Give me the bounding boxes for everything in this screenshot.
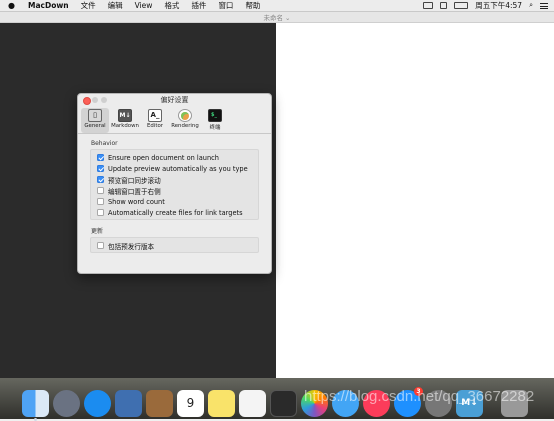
preview-pane — [276, 23, 554, 378]
tab-editor-label: Editor — [147, 123, 163, 129]
tab-terminal-label: 终端 — [209, 125, 221, 131]
menu-plugins[interactable]: 插件 — [191, 0, 206, 11]
menu-app-name[interactable]: MacDown — [28, 0, 69, 11]
zoom-button[interactable] — [101, 97, 107, 103]
menu-bar: ● MacDown 文件 编辑 View 格式 插件 窗口 帮助 周五下午4:5… — [0, 0, 554, 12]
sync-scroll-checkbox[interactable] — [97, 176, 104, 183]
option-row[interactable]: 包括预发行版本 — [97, 240, 258, 251]
terminal-icon: $_ — [208, 109, 222, 122]
status-area: 周五下午4:57 ⌕ — [423, 0, 548, 11]
menu-format[interactable]: 格式 — [164, 0, 179, 11]
close-button[interactable] — [83, 97, 91, 105]
minimize-button[interactable] — [92, 97, 98, 103]
option-label: Show word count — [108, 197, 165, 206]
behavior-section-label: Behavior — [91, 140, 118, 147]
notification-center-icon[interactable] — [540, 2, 548, 9]
battery-icon[interactable] — [454, 2, 469, 9]
menu-edit[interactable]: 编辑 — [108, 0, 123, 11]
markdown-icon: M↓ — [118, 109, 132, 122]
tab-general[interactable]: ▯ General — [81, 108, 109, 133]
tab-editor[interactable]: A_ Editor — [141, 108, 169, 133]
menu-file[interactable]: 文件 — [81, 0, 96, 11]
preferences-title-bar: 偏好设置 — [78, 94, 271, 105]
watermark: https://blog.csdn.net/qq_36672282 — [304, 388, 535, 405]
tab-rendering[interactable]: Rendering — [171, 108, 199, 133]
option-label: Update preview automatically as you type — [108, 164, 248, 173]
launchpad-icon[interactable] — [53, 390, 80, 417]
menu-help[interactable]: 帮助 — [245, 0, 260, 11]
option-row[interactable]: Update preview automatically as you type — [97, 163, 258, 174]
option-row[interactable]: 编辑窗口置于右侧 — [97, 185, 258, 196]
behavior-options: Ensure open document on launch Update pr… — [90, 149, 259, 220]
editor-on-right-checkbox[interactable] — [97, 187, 104, 194]
option-row[interactable]: 预览窗口同步滚动 — [97, 174, 258, 185]
prerelease-checkbox[interactable] — [97, 242, 104, 249]
option-row[interactable]: Ensure open document on launch — [97, 152, 258, 163]
calendar-icon[interactable]: 9 — [177, 390, 204, 417]
option-label: 包括预发行版本 — [108, 242, 155, 251]
word-count-checkbox[interactable] — [97, 198, 104, 205]
tab-rendering-label: Rendering — [171, 123, 199, 129]
notes-icon[interactable] — [208, 390, 235, 417]
preferences-title: 偏好设置 — [160, 96, 189, 104]
option-label: Automatically create files for link targ… — [108, 208, 243, 217]
preferences-toolbar: ▯ General M↓ Markdown A_ Editor Renderin… — [78, 105, 271, 134]
contacts-icon[interactable] — [146, 390, 173, 417]
reminders-icon[interactable] — [239, 390, 266, 417]
general-icon: ▯ — [88, 109, 102, 122]
update-options: 包括预发行版本 — [90, 237, 259, 253]
live-preview-checkbox[interactable] — [97, 165, 104, 172]
option-row[interactable]: Show word count — [97, 196, 258, 207]
rendering-icon — [178, 109, 192, 122]
tab-markdown[interactable]: M↓ Markdown — [111, 108, 139, 133]
menubar-clock[interactable]: 周五下午4:57 — [475, 0, 522, 11]
option-label: 预览窗口同步滚动 — [108, 176, 161, 185]
photo-slideshow-icon[interactable] — [115, 390, 142, 417]
editor-icon: A_ — [148, 109, 162, 122]
airplay-icon[interactable] — [423, 2, 434, 9]
link-targets-checkbox[interactable] — [97, 209, 104, 216]
update-section-label: 更新 — [91, 228, 104, 235]
option-row[interactable]: Automatically create files for link targ… — [97, 207, 258, 218]
safari-icon[interactable] — [84, 390, 111, 417]
finder-icon[interactable] — [22, 390, 49, 421]
option-label: Ensure open document on launch — [108, 153, 219, 162]
document-title-bar: 未命名 ⌄ — [0, 12, 554, 23]
photo-booth-icon[interactable] — [270, 390, 297, 417]
preferences-dialog: 偏好设置 ▯ General M↓ Markdown A_ Editor Ren… — [77, 93, 272, 274]
tab-terminal[interactable]: $_ 终端 — [201, 108, 229, 133]
spotlight-icon[interactable]: ⌕ — [529, 1, 533, 10]
ensure-open-checkbox[interactable] — [97, 154, 104, 161]
keyboard-icon[interactable] — [440, 2, 448, 9]
tab-markdown-label: Markdown — [111, 123, 139, 129]
menu-view[interactable]: View — [135, 0, 153, 11]
apple-menu-icon[interactable]: ● — [8, 1, 18, 10]
tab-general-label: General — [84, 123, 106, 129]
document-title[interactable]: 未命名 ⌄ — [263, 12, 290, 22]
option-label: 编辑窗口置于右侧 — [108, 187, 161, 196]
menu-window[interactable]: 窗口 — [218, 0, 233, 11]
